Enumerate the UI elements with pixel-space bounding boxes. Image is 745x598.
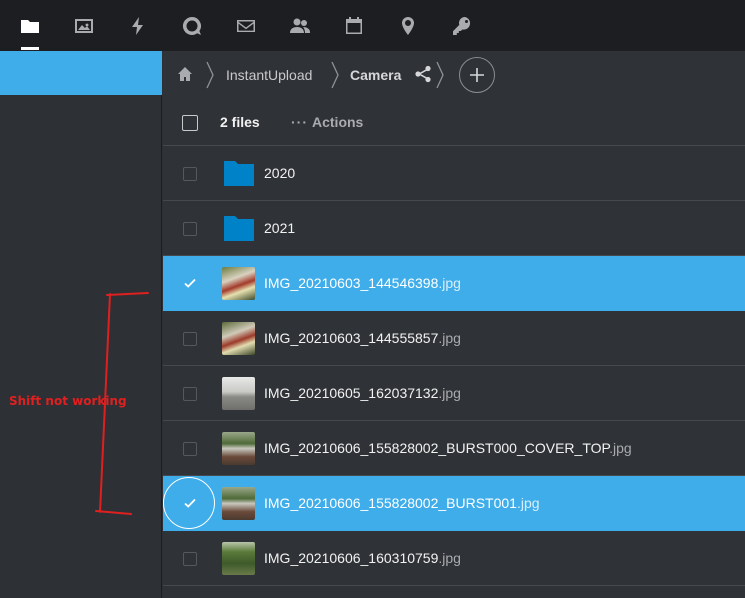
row-checkbox[interactable] [183,552,197,566]
file-row[interactable]: IMG_20210605_162037132.jpg [163,366,745,421]
file-row[interactable]: 2020 [163,146,745,201]
folder-icon [224,216,254,241]
breadcrumb: InstantUpload Camera [163,51,745,99]
file-extension: .jpg [516,495,540,511]
file-basename: IMG_20210606_160310759 [264,550,439,566]
image-thumbnail [222,542,255,575]
image-thumbnail [222,322,255,355]
file-name[interactable]: IMG_20210603_144546398.jpg [264,275,461,291]
image-thumbnail [222,267,255,300]
file-basename: IMG_20210603_144546398 [264,275,439,291]
checkmark-icon[interactable] [182,495,198,511]
active-app-indicator [21,47,39,50]
file-row[interactable]: IMG_20210606_155828002_BURST000_COVER_TO… [163,421,745,476]
annotation-label: Shift not working [9,394,127,408]
file-row[interactable]: 2021 [163,201,745,256]
chevron-right-icon [435,61,445,89]
actions-menu-button[interactable]: ··· Actions [291,114,363,130]
home-icon[interactable] [177,66,193,82]
more-dots-icon: ··· [291,114,308,130]
row-checkbox[interactable] [183,442,197,456]
chevron-right-icon [205,61,215,89]
select-all-checkbox[interactable] [182,115,198,131]
file-name[interactable]: IMG_20210605_162037132.jpg [264,385,461,401]
file-name[interactable]: IMG_20210603_144555857.jpg [264,330,461,346]
file-extension: .jpg [438,550,461,566]
calendar-app-icon[interactable] [338,10,370,42]
file-basename: 2021 [264,220,296,236]
file-extension: .jpg [438,330,461,346]
file-extension: .jpg [438,385,461,401]
add-new-button[interactable] [459,57,495,93]
file-row-selected[interactable]: IMG_20210606_155828002_BURST001.jpg [163,476,745,531]
file-extension: .jpg [609,440,632,456]
files-count: 2 files [220,114,260,130]
image-thumbnail [222,432,255,465]
maps-app-pin-icon[interactable] [392,10,424,42]
file-row-partial[interactable] [163,586,745,598]
chevron-right-icon [330,61,340,89]
file-basename: IMG_20210606_155828002_BURST001 [264,495,517,511]
talk-app-icon[interactable] [176,10,208,42]
file-extension: .jpg [438,275,461,291]
file-basename: IMG_20210606_155828002_BURST000_COVER_TO… [264,440,610,456]
file-row[interactable]: IMG_20210606_160310759.jpg [163,531,745,586]
files-list-view: InstantUpload Camera 2 files ··· Actions … [163,51,745,598]
sidebar-item-selected[interactable] [0,51,162,95]
share-icon[interactable] [414,65,432,83]
activity-app-lightning-icon[interactable] [122,10,154,42]
file-row-selected[interactable]: IMG_20210603_144546398.jpg [163,256,745,311]
plus-icon [470,68,484,82]
file-name[interactable]: IMG_20210606_155828002_BURST000_COVER_TO… [264,440,632,456]
file-list-header: 2 files ··· Actions [163,99,745,146]
checkmark-icon[interactable] [182,275,198,291]
passwords-app-key-icon[interactable] [446,10,478,42]
files-app-folder-icon[interactable] [14,10,46,42]
actions-label: Actions [312,114,364,130]
row-checkbox[interactable] [183,222,197,236]
file-name[interactable]: 2020 [264,165,295,181]
photos-app-image-icon[interactable] [68,10,100,42]
folder-icon [224,161,254,186]
breadcrumb-camera[interactable]: Camera [350,67,401,83]
file-name[interactable]: IMG_20210606_160310759.jpg [264,550,461,566]
file-basename: IMG_20210603_144555857 [264,330,439,346]
row-checkbox[interactable] [183,387,197,401]
breadcrumb-instantupload[interactable]: InstantUpload [226,67,312,83]
file-name[interactable]: IMG_20210606_155828002_BURST001.jpg [264,495,540,511]
file-basename: 2020 [264,165,296,181]
image-thumbnail [222,487,255,520]
mail-app-envelope-icon[interactable] [230,10,262,42]
file-name[interactable]: 2021 [264,220,295,236]
row-checkbox[interactable] [183,167,197,181]
file-row[interactable]: IMG_20210603_144555857.jpg [163,311,745,366]
contacts-app-people-icon[interactable] [284,10,316,42]
row-checkbox[interactable] [183,332,197,346]
file-basename: IMG_20210605_162037132 [264,385,439,401]
app-sidebar [0,51,162,598]
app-navigation-bar [0,0,745,51]
image-thumbnail [222,377,255,410]
